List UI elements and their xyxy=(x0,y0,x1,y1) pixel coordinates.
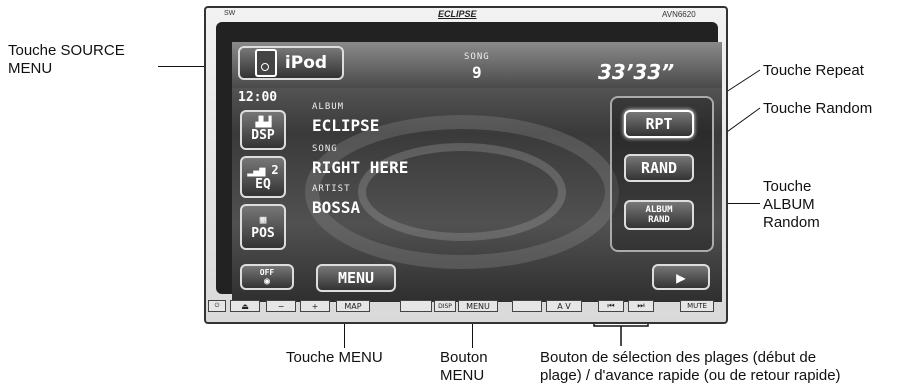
speaker-off-icon: ◉ xyxy=(263,276,271,287)
track-next-button[interactable]: ⏭ xyxy=(628,300,654,312)
screen-bezel: iPod SONG 9 33’33” 12:00 ▟▙▟ DSP ▂▄▆ 2 E… xyxy=(216,22,722,302)
dsp-icon: ▟▙▟ xyxy=(255,117,271,128)
ipod-icon xyxy=(254,49,277,77)
album-value: ECLIPSE xyxy=(312,116,380,135)
eq-icon: ▂▄▆ 2 xyxy=(247,162,279,177)
eject-button[interactable]: ⏏ xyxy=(230,300,260,312)
source-menu-button[interactable]: iPod xyxy=(238,46,344,80)
menu-touch-button[interactable]: MENU xyxy=(316,264,396,292)
song-label: SONG xyxy=(464,52,490,62)
map-button[interactable]: MAP xyxy=(336,300,370,312)
source-label: iPod xyxy=(284,53,328,73)
mute-label: MUTE xyxy=(687,302,707,310)
av-button[interactable]: A V xyxy=(546,300,582,312)
pos-icon: ▦ xyxy=(259,213,267,226)
play-arrow-icon: ▶ xyxy=(676,267,686,287)
off-button[interactable]: OFF ◉ xyxy=(240,264,294,290)
song-field-label: SONG xyxy=(312,144,338,154)
album-label: ALBUM xyxy=(312,102,345,112)
volume-down-label: − xyxy=(277,301,285,311)
head-unit: SW ECLIPSE AVN6620 iPod SONG 9 33’33” 12… xyxy=(204,6,728,324)
track-prev-button[interactable]: ⏮ xyxy=(598,300,624,312)
random-button[interactable]: RAND xyxy=(624,154,694,182)
dsp-label: DSP xyxy=(251,128,275,143)
album-random-line2: RAND xyxy=(648,215,670,225)
album-random-line1: ALBUM xyxy=(645,205,673,215)
brand-logo: ECLIPSE xyxy=(438,9,477,19)
map-label: MAP xyxy=(344,301,362,311)
volume-down-button[interactable]: − xyxy=(266,300,296,312)
clock: 12:00 xyxy=(238,90,278,105)
eq-button[interactable]: ▂▄▆ 2 EQ xyxy=(240,156,286,198)
blank-button-2[interactable] xyxy=(512,300,542,312)
touch-screen: iPod SONG 9 33’33” 12:00 ▟▙▟ DSP ▂▄▆ 2 E… xyxy=(232,42,722,302)
track-next-icon: ⏭ xyxy=(637,301,645,310)
disp-button[interactable]: DISP xyxy=(434,300,456,312)
next-page-button[interactable]: ▶ xyxy=(652,264,710,290)
pos-label: POS xyxy=(251,226,275,241)
power-button[interactable]: ⏻ xyxy=(208,300,226,312)
hardware-button-row: ⏻ ⏏ − + MAP DISP MENU A V ⏮ ⏭ MUTE xyxy=(206,296,726,316)
artist-value: BOSSA xyxy=(312,198,361,217)
power-icon: ⏻ xyxy=(214,302,220,309)
song-value: RIGHT HERE xyxy=(312,158,409,177)
blank-button-1[interactable] xyxy=(400,300,432,312)
menu-touch-label: MENU xyxy=(337,269,375,287)
volume-up-label: + xyxy=(311,301,319,311)
menu-hard-label: MENU xyxy=(466,301,490,311)
repeat-button[interactable]: RPT xyxy=(624,110,694,138)
menu-hard-button[interactable]: MENU xyxy=(458,300,498,312)
disp-label: DISP xyxy=(438,302,452,310)
elapsed-time: 33’33” xyxy=(598,60,675,84)
brand-small: SW xyxy=(224,10,236,17)
album-random-button[interactable]: ALBUM RAND xyxy=(624,200,694,230)
track-prev-icon: ⏮ xyxy=(607,301,615,310)
artist-label: ARTIST xyxy=(312,184,351,194)
volume-up-button[interactable]: + xyxy=(300,300,330,312)
mute-button[interactable]: MUTE xyxy=(680,300,714,312)
av-label: A V xyxy=(557,301,571,311)
repeat-label: RPT xyxy=(645,115,673,133)
song-number: 9 xyxy=(472,63,482,82)
dsp-button[interactable]: ▟▙▟ DSP xyxy=(240,110,286,150)
model-label: AVN6620 xyxy=(662,10,696,19)
eq-label: EQ xyxy=(255,176,271,192)
pos-button[interactable]: ▦ POS xyxy=(240,204,286,250)
random-label: RAND xyxy=(640,159,678,177)
eject-icon: ⏏ xyxy=(241,301,249,311)
eq-number: 2 xyxy=(271,162,279,177)
